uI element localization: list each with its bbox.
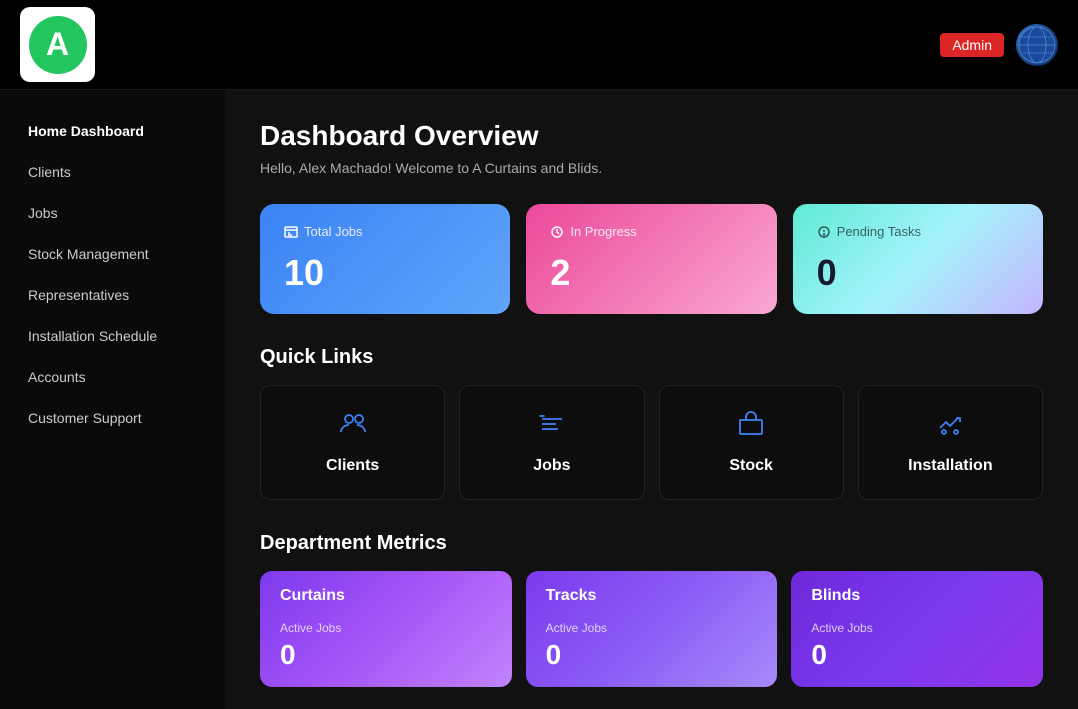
app-header: A Admin [0,0,1078,90]
main-content: Dashboard Overview Hello, Alex Machado! … [225,90,1078,709]
quick-links-row: Clients Jobs [260,385,1043,500]
total-jobs-icon [284,225,298,239]
sidebar-item-customer-support[interactable]: Customer Support [8,398,217,438]
sidebar-item-representatives[interactable]: Representatives [8,275,217,315]
stat-value-total-jobs: 10 [284,252,486,294]
logo-box: A [20,7,95,82]
stat-value-in-progress: 2 [550,252,752,294]
quick-link-stock-label: Stock [729,457,773,475]
header-right: Admin [940,24,1058,66]
in-progress-icon [550,225,564,239]
jobs-icon [538,410,566,445]
stat-value-pending-tasks: 0 [817,252,1019,294]
quick-link-clients-label: Clients [326,457,379,475]
dept-metric-label-blinds: Active Jobs [811,621,1023,635]
dept-metric-value-tracks: 0 [546,639,758,671]
quick-link-installation-label: Installation [908,457,992,475]
stat-label-pending-tasks: Pending Tasks [817,224,1019,239]
sidebar-item-home-dashboard[interactable]: Home Dashboard [8,111,217,151]
quick-link-jobs-label: Jobs [533,457,570,475]
installation-svg-icon [936,410,964,438]
admin-badge: Admin [940,33,1004,57]
main-layout: Home Dashboard Clients Jobs Stock Manage… [0,90,1078,709]
jobs-svg-icon [538,410,566,438]
page-title: Dashboard Overview [260,120,1043,152]
stock-icon [737,410,765,445]
stat-card-pending-tasks: Pending Tasks 0 [793,204,1043,314]
clients-svg-icon [339,410,367,438]
welcome-text: Hello, Alex Machado! Welcome to A Curtai… [260,160,1043,176]
pending-tasks-icon [817,225,831,239]
sidebar-item-clients[interactable]: Clients [8,152,217,192]
dept-card-blinds: Blinds Active Jobs 0 [791,571,1043,687]
quick-link-installation[interactable]: Installation [858,385,1043,500]
sidebar: Home Dashboard Clients Jobs Stock Manage… [0,90,225,709]
quick-link-jobs[interactable]: Jobs [459,385,644,500]
stock-svg-icon [737,410,765,438]
dept-metric-value-blinds: 0 [811,639,1023,671]
quick-link-stock[interactable]: Stock [659,385,844,500]
dept-card-tracks: Tracks Active Jobs 0 [526,571,778,687]
dept-card-curtains: Curtains Active Jobs 0 [260,571,512,687]
user-avatar[interactable] [1016,24,1058,66]
dept-metric-label-curtains: Active Jobs [280,621,492,635]
sidebar-item-jobs[interactable]: Jobs [8,193,217,233]
dept-metrics-title: Department Metrics [260,532,1043,555]
dept-metric-value-curtains: 0 [280,639,492,671]
globe-icon [1016,24,1058,66]
dept-title-blinds: Blinds [811,587,1023,605]
dept-metric-label-tracks: Active Jobs [546,621,758,635]
stat-card-total-jobs: Total Jobs 10 [260,204,510,314]
clients-icon [339,410,367,445]
sidebar-item-accounts[interactable]: Accounts [8,357,217,397]
quick-links-title: Quick Links [260,346,1043,369]
installation-icon [936,410,964,445]
stat-label-in-progress: In Progress [550,224,752,239]
quick-link-clients[interactable]: Clients [260,385,445,500]
dept-row: Curtains Active Jobs 0 Tracks Active Job… [260,571,1043,687]
sidebar-item-installation-schedule[interactable]: Installation Schedule [8,316,217,356]
logo-letter: A [46,26,69,63]
stat-card-in-progress: In Progress 2 [526,204,776,314]
sidebar-item-stock-management[interactable]: Stock Management [8,234,217,274]
stat-label-total-jobs: Total Jobs [284,224,486,239]
stats-row: Total Jobs 10 In Progress 2 [260,204,1043,314]
logo-circle: A [29,16,87,74]
dept-title-curtains: Curtains [280,587,492,605]
dept-title-tracks: Tracks [546,587,758,605]
